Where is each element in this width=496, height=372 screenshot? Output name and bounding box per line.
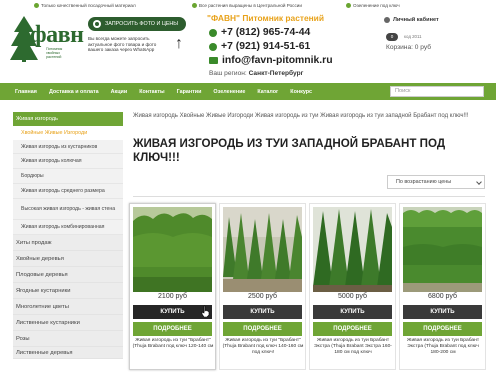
code-label: код 2011 — [404, 34, 422, 39]
buy-button[interactable]: КУПИТЬ — [403, 305, 482, 319]
top-info-strip: Только качественный посадочный материал … — [0, 0, 496, 12]
nav-item-contacts[interactable]: Контакты — [139, 89, 164, 95]
check-icon — [192, 3, 197, 8]
sidebar-item[interactable]: Хиты продаж — [13, 235, 123, 251]
account-link[interactable]: Личный кабинет — [384, 17, 439, 23]
nav-item-contest[interactable]: Конкурс — [290, 89, 312, 95]
nav-item-promo[interactable]: Акции — [111, 89, 128, 95]
sidebar-subitem[interactable]: Живая изгородь из кустарников — [13, 140, 123, 154]
nav-item-catalog[interactable]: Каталог — [257, 89, 278, 95]
logo-text[interactable]: фавн — [30, 22, 84, 49]
sidebar-subitem[interactable]: Бордюры — [13, 169, 123, 184]
product-price: 2100 руб — [158, 293, 187, 300]
mail-icon — [209, 57, 218, 64]
brand-title: "ФАВН" Питомник растений — [207, 13, 324, 23]
arrow-up-icon: ↑ — [175, 35, 183, 52]
user-icon — [384, 17, 390, 23]
sidebar-item-hedge[interactable]: Живая изгородь — [13, 112, 123, 126]
info-item: Только качественный посадочный материал — [34, 3, 136, 8]
email-link[interactable]: info@favn-pitomnik.ru — [209, 55, 333, 66]
check-icon — [346, 3, 351, 8]
logo-subtitle: Питомник хвойных растений — [46, 47, 63, 59]
buy-button[interactable]: КУПИТЬ — [223, 305, 302, 319]
whatsapp-note: Вы всегда можете запросить актуальное фо… — [88, 36, 157, 53]
product-card[interactable]: 2500 руб КУПИТЬ ПОДРОБНЕЕ Живая изгородь… — [219, 203, 306, 370]
product-image[interactable] — [223, 207, 302, 292]
search-input[interactable]: Поиск — [390, 86, 484, 97]
details-button[interactable]: ПОДРОБНЕЕ — [403, 322, 482, 336]
whatsapp-request-button[interactable]: ЗАПРОСИТЬ ФОТО И ЦЕНЫ — [88, 17, 186, 31]
cart-count-badge[interactable]: 0 — [386, 33, 398, 41]
details-button[interactable]: ПОДРОБНЕЕ — [223, 322, 302, 336]
whatsapp-icon — [93, 20, 101, 28]
product-image[interactable] — [313, 207, 392, 292]
buy-button[interactable]: КУПИТЬ — [313, 305, 392, 319]
region-selector[interactable]: Ваш регион: Санкт-Петербург — [209, 70, 303, 77]
sidebar-item[interactable]: Ягодные кустарники — [13, 283, 123, 299]
nav-item-guarantees[interactable]: Гарантии — [177, 89, 202, 95]
sidebar-item[interactable]: Розы — [13, 331, 123, 347]
sidebar-subitem-conifer-hedges[interactable]: Хвойные Живые Изгороди — [13, 126, 123, 140]
product-card[interactable]: 5000 руб КУПИТЬ ПОДРОБНЕЕ Живая изгородь… — [309, 203, 396, 370]
info-item: Все растения выращены в Центральной Росс… — [192, 3, 302, 8]
product-name[interactable]: Живая изгородь из туи "Брабант" (Thuja B… — [222, 338, 304, 356]
product-card[interactable]: 6800 руб КУПИТЬ ПОДРОБНЕЕ Живая изгородь… — [399, 203, 486, 370]
sidebar-item[interactable]: Хвойные деревья — [13, 251, 123, 267]
sidebar-item[interactable]: Плодовые деревья — [13, 267, 123, 283]
details-button[interactable]: ПОДРОБНЕЕ — [133, 322, 212, 336]
phone-icon — [209, 28, 217, 37]
nav-item-home[interactable]: Главная — [15, 89, 37, 95]
category-sidebar: Живая изгородь Хвойные Живые Изгороди Жи… — [13, 112, 123, 359]
sidebar-item[interactable]: Лиственные деревья — [13, 347, 123, 359]
sidebar-item[interactable]: Лиственные кустарники — [13, 315, 123, 331]
sidebar-subitem[interactable]: Живая изгородь среднего размера — [13, 184, 123, 199]
product-price: 6800 руб — [428, 293, 457, 300]
phone-2[interactable]: +7 (921) 914-51-61 — [209, 41, 310, 52]
sidebar-item[interactable]: Многолетние цветы — [13, 299, 123, 315]
cart-link[interactable]: Корзина: 0 руб — [386, 44, 431, 51]
page-title: ЖИВАЯ ИЗГОРОДЬ ИЗ ТУИ ЗАПАДНОЙ БРАБАНТ П… — [133, 137, 446, 164]
nav-item-delivery[interactable]: Доставка и оплата — [49, 89, 99, 95]
info-item: Озеленение под ключ — [346, 3, 400, 8]
sort-select[interactable]: По возрастанию цены — [387, 175, 485, 189]
phone-1[interactable]: +7 (812) 965-74-44 — [209, 27, 310, 38]
product-name[interactable]: Живая изгородь из туи Брабант Экстра (Th… — [402, 338, 484, 356]
nav-item-landscaping[interactable]: Озеленение — [213, 89, 245, 95]
product-price: 5000 руб — [338, 293, 367, 300]
breadcrumb[interactable]: Живая изгородь Хвойные Живые Изгороди Жи… — [133, 112, 483, 120]
product-name[interactable]: Живая изгородь из туи "Брабант" (Thuja B… — [132, 338, 214, 350]
hand-cursor-icon — [201, 305, 210, 317]
chevron-down-icon — [476, 179, 482, 185]
divider — [133, 196, 485, 197]
sidebar-subitem[interactable]: Живая изгородь комбинированная — [13, 220, 123, 235]
product-name[interactable]: Живая изгородь из туи Брабант Экстра (Th… — [312, 338, 394, 356]
sidebar-subitem[interactable]: Высокая живая изгородь - живая стена — [13, 199, 123, 220]
phone-icon — [209, 42, 217, 51]
product-image[interactable] — [133, 207, 212, 292]
product-price: 2500 руб — [248, 293, 277, 300]
product-image[interactable] — [403, 207, 482, 292]
details-button[interactable]: ПОДРОБНЕЕ — [313, 322, 392, 336]
main-nav: Главная Доставка и оплата Акции Контакты… — [0, 83, 496, 100]
check-icon — [34, 3, 39, 8]
product-card[interactable]: 2100 руб КУПИТЬ ПОДРОБНЕЕ Живая изгородь… — [129, 203, 216, 370]
sidebar-subitem[interactable]: Живая изгородь колючая — [13, 154, 123, 169]
